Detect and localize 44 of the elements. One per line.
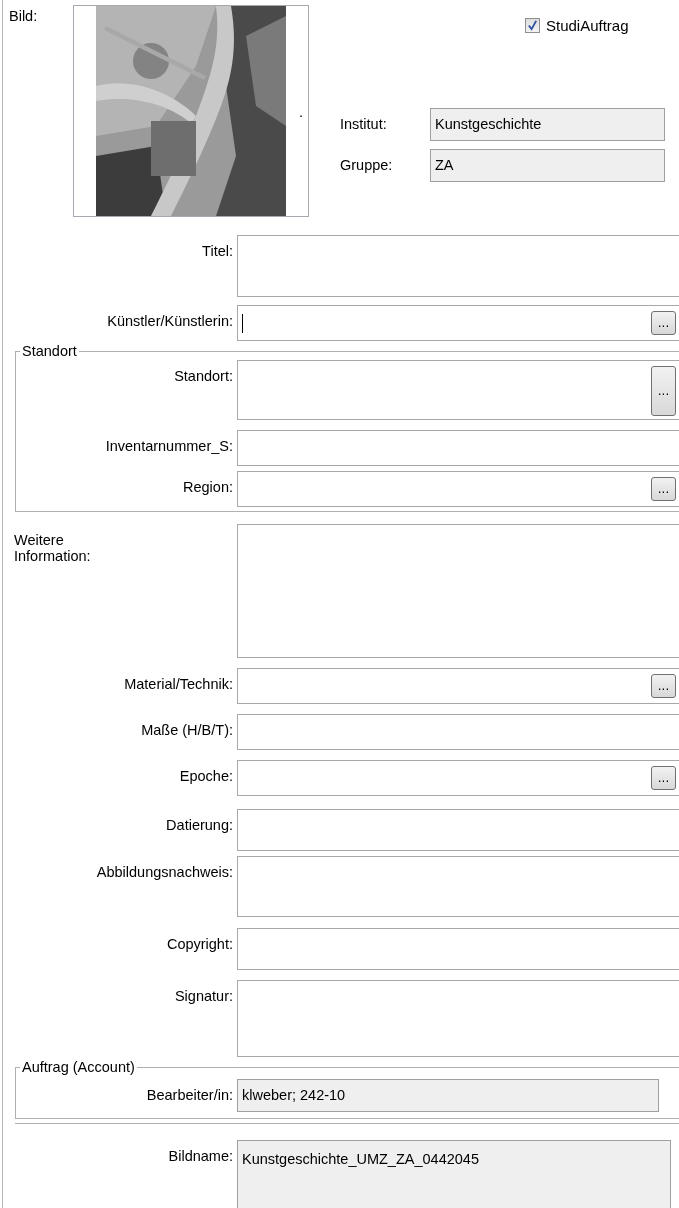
field-label: Inventarnummer_S: bbox=[104, 437, 234, 456]
text-field[interactable] bbox=[237, 809, 679, 851]
field-label: Copyright: bbox=[165, 935, 234, 954]
text-field[interactable] bbox=[237, 524, 679, 658]
field-label: Künstler/Künstlerin: bbox=[106, 312, 234, 331]
text-field[interactable]: ZA bbox=[430, 148, 665, 182]
field-label: Maße (H/B/T): bbox=[140, 721, 234, 740]
text-field[interactable] bbox=[237, 980, 679, 1057]
text-field[interactable]: ... bbox=[237, 760, 679, 796]
text-field[interactable]: ... bbox=[237, 305, 679, 341]
browse-button[interactable]: ... bbox=[651, 366, 676, 416]
group-title: Auftrag (Account) bbox=[20, 1059, 137, 1076]
field-label: Material/Technik: bbox=[123, 675, 234, 694]
browse-button[interactable]: ... bbox=[651, 766, 676, 790]
field-label: Region: bbox=[182, 478, 234, 497]
text-field[interactable] bbox=[237, 928, 679, 970]
field-label: Gruppe: bbox=[339, 157, 394, 173]
field-label: Bearbeiter/in: bbox=[145, 1086, 234, 1105]
text-field[interactable] bbox=[237, 430, 679, 466]
text-field[interactable]: ... bbox=[237, 360, 679, 420]
text-field[interactable]: Kunstgeschichte bbox=[430, 107, 665, 141]
field-label: Titel: bbox=[201, 242, 234, 261]
text-field[interactable] bbox=[237, 235, 679, 297]
text-field[interactable]: Kunstgeschichte_UMZ_ZA_0442045 bbox=[237, 1140, 671, 1208]
field-label: Datierung: bbox=[165, 816, 234, 835]
image-mark: . bbox=[299, 104, 304, 120]
browse-button[interactable]: ... bbox=[651, 311, 676, 335]
field-label: Weitere Information: bbox=[13, 531, 92, 566]
text-field[interactable]: ... bbox=[237, 668, 679, 704]
field-label: Institut: bbox=[339, 116, 388, 132]
checkbox[interactable] bbox=[525, 18, 540, 33]
text-field[interactable]: klweber; 242-10 bbox=[237, 1079, 659, 1112]
text-field[interactable]: ... bbox=[237, 471, 679, 507]
field-label: Abbildungsnachweis: bbox=[95, 863, 234, 882]
text-field[interactable] bbox=[237, 714, 679, 750]
checkbox-label[interactable]: StudiAuftrag bbox=[546, 17, 629, 34]
field-label: Standort: bbox=[173, 367, 234, 386]
field-label: Bildname: bbox=[167, 1147, 234, 1166]
text-field[interactable] bbox=[237, 856, 679, 917]
browse-button[interactable]: ... bbox=[651, 477, 676, 501]
image-label: Bild: bbox=[9, 8, 38, 24]
field-label: Signatur: bbox=[173, 987, 234, 1006]
browse-button[interactable]: ... bbox=[651, 674, 676, 698]
field-label: Epoche: bbox=[178, 767, 234, 786]
